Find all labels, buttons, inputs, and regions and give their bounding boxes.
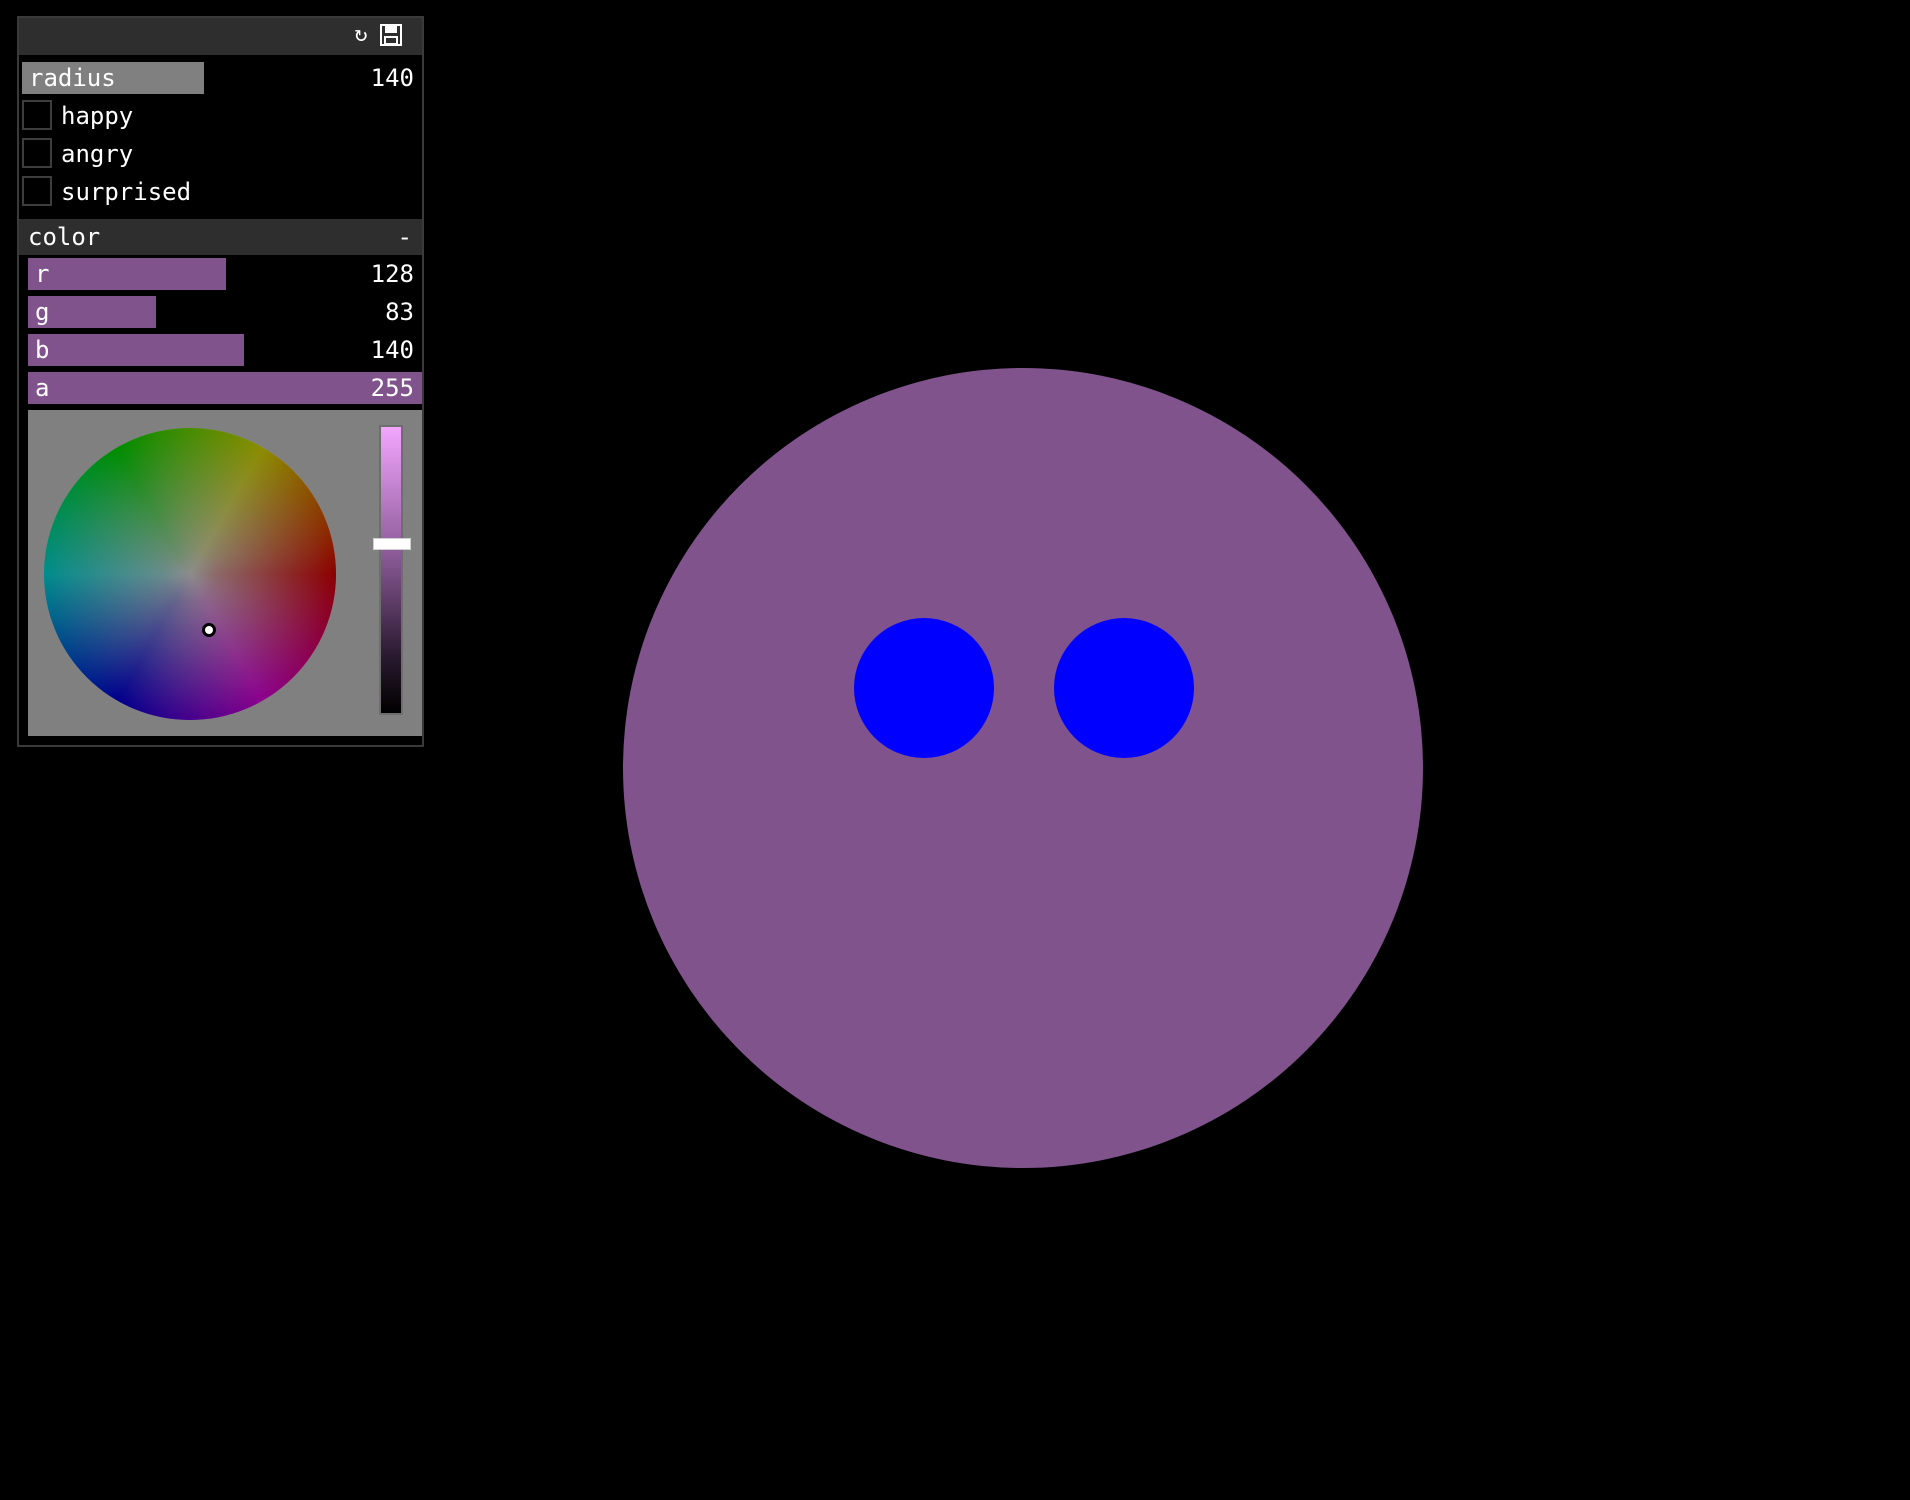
brightness-slider[interactable] (379, 425, 403, 715)
save-icon[interactable] (378, 22, 404, 48)
b-slider-fill (28, 334, 245, 366)
right-eye (1054, 618, 1194, 758)
b-value: 140 (370, 336, 414, 364)
toggle-surprised[interactable]: surprised (22, 174, 422, 210)
radius-label: radius (29, 64, 116, 92)
r-value: 128 (370, 260, 414, 288)
a-slider[interactable]: a 255 (28, 372, 422, 404)
a-slider-fill (28, 372, 422, 404)
b-label: b (35, 336, 50, 364)
color-wheel-cursor[interactable] (202, 623, 216, 637)
minimize-icon[interactable]: - (398, 219, 412, 255)
toggle-angry[interactable]: angry (22, 136, 422, 172)
color-wheel-shade (44, 428, 336, 720)
color-picker (28, 410, 422, 736)
angry-label: angry (61, 140, 134, 168)
radius-value: 140 (370, 64, 414, 92)
angry-checkbox[interactable] (22, 138, 52, 168)
surprised-label: surprised (61, 178, 192, 206)
color-folder-header[interactable]: color - (19, 219, 422, 255)
left-eye (854, 618, 994, 758)
r-slider-fill (28, 258, 226, 290)
r-slider[interactable]: r 128 (28, 258, 422, 290)
g-slider[interactable]: g 83 (28, 296, 422, 328)
a-value: 255 (370, 374, 414, 402)
color-folder-label: color (28, 223, 101, 251)
brightness-slider-handle[interactable] (373, 538, 411, 550)
toggle-happy[interactable]: happy (22, 98, 422, 134)
r-label: r (35, 260, 50, 288)
b-slider[interactable]: b 140 (28, 334, 422, 366)
happy-checkbox[interactable] (22, 100, 52, 130)
surprised-checkbox[interactable] (22, 176, 52, 206)
radius-slider[interactable]: radius 140 (22, 62, 422, 94)
happy-label: happy (61, 102, 134, 130)
reload-icon[interactable]: ↻ (348, 22, 374, 48)
a-label: a (35, 374, 50, 402)
face-circle (623, 368, 1423, 1168)
color-wheel[interactable] (44, 428, 336, 720)
gui-panel: ↻ radius 140 happy angry surprised color… (17, 16, 424, 747)
panel-header: ↻ (19, 18, 422, 55)
g-value: 83 (385, 298, 414, 326)
g-label: g (35, 298, 50, 326)
